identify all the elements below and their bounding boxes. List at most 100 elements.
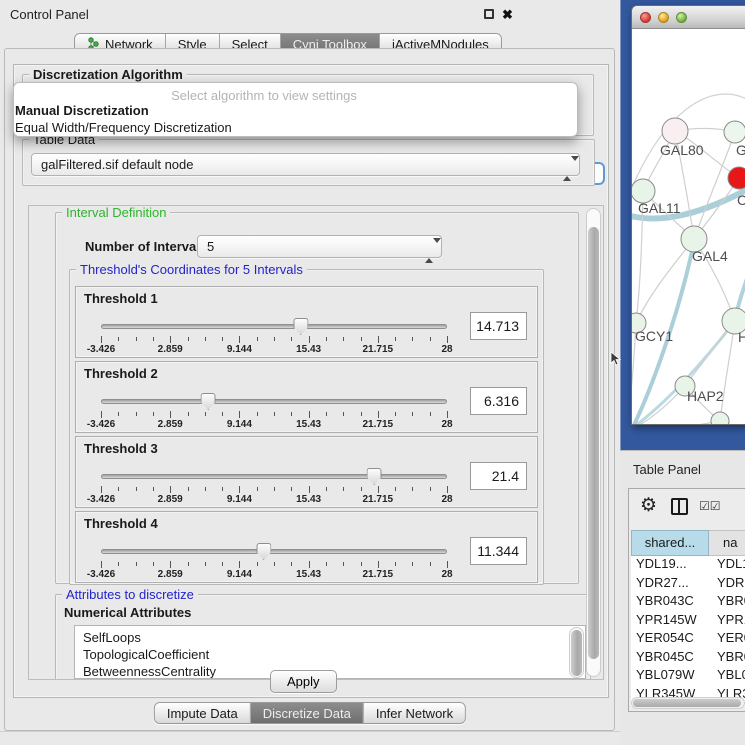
slider-tick: [118, 487, 119, 491]
tab-impute-data[interactable]: Impute Data: [155, 703, 250, 723]
slider-tick: [136, 412, 137, 416]
tab-infer-network[interactable]: Infer Network: [363, 703, 465, 723]
tab-discretize-data[interactable]: Discretize Data: [250, 703, 363, 723]
slider-tick-label: 9.144: [227, 494, 252, 505]
threshold-2-slider[interactable]: -3.4262.8599.14415.4321.71528: [101, 394, 447, 430]
algorithm-option-equal-width[interactable]: Equal Width/Frequency Discretization: [15, 120, 232, 135]
table-row[interactable]: YER054CYER0: [631, 630, 745, 649]
node-label-GCY1: GCY1: [635, 328, 673, 344]
slider-tick: [291, 487, 292, 491]
table-horizontal-scrollbar[interactable]: [631, 697, 745, 709]
slider-tick: [257, 412, 258, 416]
algorithm-option-manual[interactable]: Manual Discretization: [15, 103, 149, 118]
cell-name[interactable]: YBL0: [711, 667, 745, 686]
slider-tick-label: 21.715: [363, 494, 394, 505]
threshold-3-value-field[interactable]: 21.4: [470, 462, 527, 490]
threshold-panel-1: Threshold 1-3.4262.8599.14415.4321.71528…: [75, 286, 538, 358]
cell-name[interactable]: YDR2: [711, 575, 745, 594]
slider-tick-label: 28: [441, 569, 452, 580]
number-of-intervals-combo[interactable]: 5: [197, 235, 442, 258]
threshold-1-value-field[interactable]: 14.713: [470, 312, 527, 340]
slider-tick-label: 2.859: [158, 569, 183, 580]
cell-shared-name[interactable]: YBR043C: [631, 593, 711, 612]
tab-label: Infer Network: [376, 706, 453, 721]
checkboxes-icon[interactable]: ☑☑: [699, 499, 721, 513]
cell-name[interactable]: YBR0: [711, 593, 745, 612]
slider-track[interactable]: [101, 399, 447, 404]
table-header-name[interactable]: na: [709, 530, 745, 556]
threshold-3-slider-handle[interactable]: [367, 468, 382, 485]
cell-name[interactable]: YPR1: [711, 612, 745, 631]
node-label-HAP2: HAP2: [687, 388, 724, 404]
slider-tick: [395, 562, 396, 566]
table-data-combo[interactable]: galFiltered.sif default node: [31, 153, 580, 176]
slider-tick: [170, 486, 171, 493]
node-GAL80[interactable]: [662, 118, 688, 144]
columns-icon[interactable]: [671, 498, 688, 515]
slider-tick-label: 28: [441, 419, 452, 430]
node-red[interactable]: [728, 167, 745, 189]
network-window-titlebar[interactable]: [632, 6, 745, 29]
threshold-2-value-field[interactable]: 6.316: [470, 387, 527, 415]
gear-icon[interactable]: ⚙: [640, 494, 657, 517]
threshold-3-slider[interactable]: -3.4262.8599.14415.4321.71528: [101, 469, 447, 505]
tab-label: Discretize Data: [263, 706, 351, 721]
cell-name[interactable]: YBR0: [711, 649, 745, 668]
close-traffic-light-icon[interactable]: [640, 12, 651, 23]
combo-stepper-icon: [425, 240, 434, 261]
table-row[interactable]: YDR27...YDR2: [631, 575, 745, 594]
threshold-2-slider-handle[interactable]: [201, 393, 216, 410]
slider-tick: [291, 412, 292, 416]
table-row[interactable]: YDL19...YDL1: [631, 556, 745, 575]
threshold-panel-3: Threshold 3-3.4262.8599.14415.4321.71528…: [75, 436, 538, 508]
attributes-list-scrollbar[interactable]: [569, 627, 584, 678]
minimize-traffic-light-icon[interactable]: [658, 12, 669, 23]
apply-button[interactable]: Apply: [270, 670, 337, 693]
settings-panel-scrollbar[interactable]: [586, 208, 601, 677]
slider-track[interactable]: [101, 474, 447, 479]
cytoscape-desktop: GAL80GACGAL11GAL4GCY1HHAP2: [620, 0, 745, 450]
network-view-window[interactable]: GAL80GACGAL11GAL4GCY1HHAP2: [631, 5, 745, 425]
algorithm-combo-focused-edge[interactable]: [595, 162, 605, 185]
cell-shared-name[interactable]: YBR045C: [631, 649, 711, 668]
slider-tick: [274, 487, 275, 491]
threshold-4-slider-handle[interactable]: [256, 543, 271, 560]
float-window-icon[interactable]: [484, 9, 494, 19]
cell-name[interactable]: YER0: [711, 630, 745, 649]
attribute-item-topologicalcoefficient[interactable]: TopologicalCoefficient: [75, 646, 585, 663]
cell-shared-name[interactable]: YER054C: [631, 630, 711, 649]
cell-shared-name[interactable]: YBL079W: [631, 667, 711, 686]
slider-tick: [412, 337, 413, 341]
attribute-item-selfloops[interactable]: SelfLoops: [75, 629, 585, 646]
table-row[interactable]: YPR145WYPR1: [631, 612, 745, 631]
threshold-4-slider[interactable]: -3.4262.8599.14415.4321.71528: [101, 544, 447, 580]
slider-tick: [309, 336, 310, 343]
table-header-shared[interactable]: shared...: [631, 530, 709, 556]
zoom-traffic-light-icon[interactable]: [676, 12, 687, 23]
threshold-1-slider-handle[interactable]: [293, 318, 308, 335]
slider-tick: [153, 337, 154, 341]
cell-shared-name[interactable]: YPR145W: [631, 612, 711, 631]
slider-tick: [136, 562, 137, 566]
number-of-intervals-value: 5: [207, 239, 214, 254]
table-row[interactable]: YBL079WYBL0: [631, 667, 745, 686]
slider-tick: [205, 337, 206, 341]
table-row[interactable]: YBR045CYBR0: [631, 649, 745, 668]
cell-name[interactable]: YDL1: [711, 556, 745, 575]
threshold-1-slider[interactable]: -3.4262.8599.14415.4321.71528: [101, 319, 447, 355]
node-top-right[interactable]: [724, 121, 745, 143]
table-row[interactable]: YBR043CYBR0: [631, 593, 745, 612]
slider-track[interactable]: [101, 549, 447, 554]
close-icon[interactable]: ✖: [502, 7, 514, 19]
network-canvas[interactable]: GAL80GACGAL11GAL4GCY1HHAP2: [632, 29, 745, 425]
cell-shared-name[interactable]: YDR27...: [631, 575, 711, 594]
cyni-toolbox-panel: Discretization Algorithm Table Data galF…: [4, 48, 615, 731]
slider-tick: [378, 561, 379, 568]
threshold-4-value-field[interactable]: 11.344: [470, 537, 527, 565]
slider-tick-label: 28: [441, 344, 452, 355]
slider-tick: [101, 336, 102, 343]
slider-track[interactable]: [101, 324, 447, 329]
node-bottom[interactable]: [711, 412, 729, 425]
slider-tick-label: 15.43: [296, 419, 321, 430]
cell-shared-name[interactable]: YDL19...: [631, 556, 711, 575]
